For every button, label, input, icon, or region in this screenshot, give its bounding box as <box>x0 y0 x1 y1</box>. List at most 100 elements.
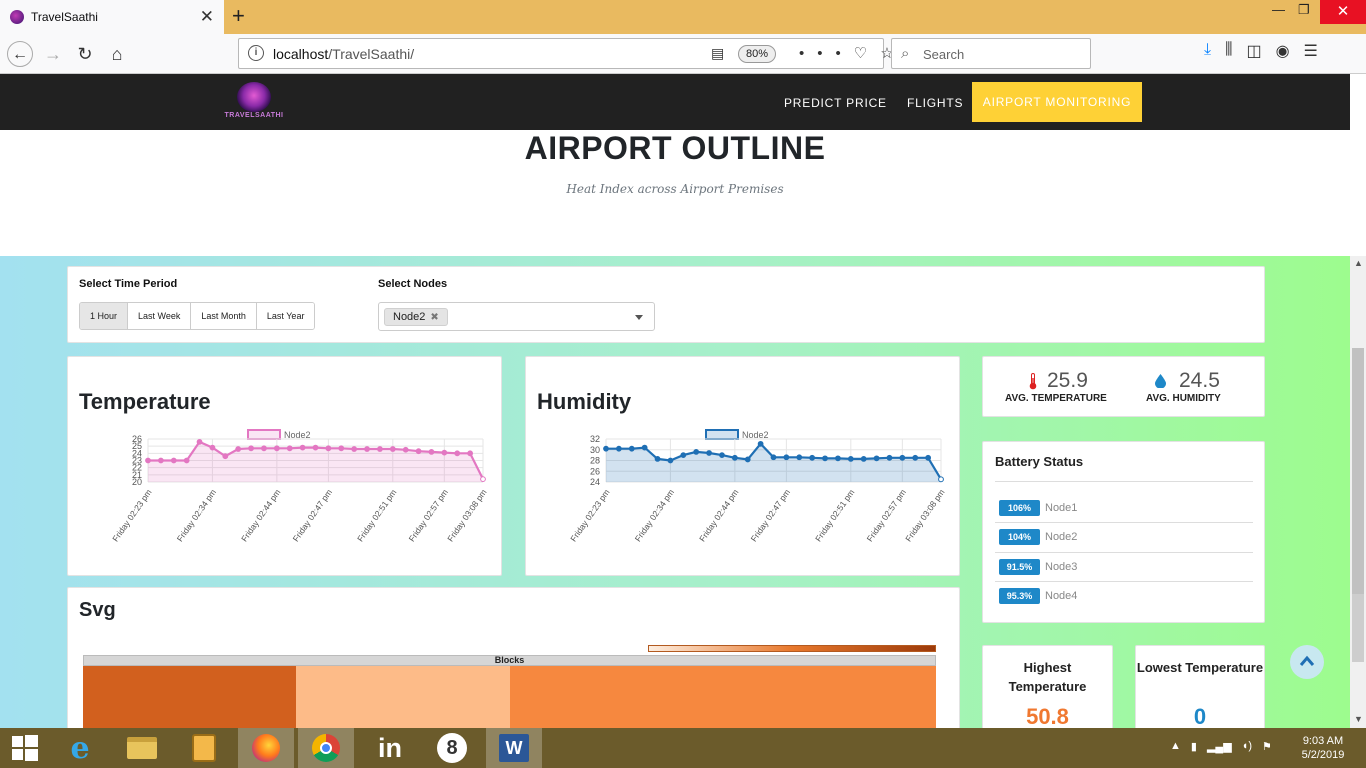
data-point[interactable] <box>209 444 216 451</box>
new-tab-icon[interactable]: + <box>232 3 245 29</box>
nodes-select[interactable]: Node2 ✖ <box>378 302 655 331</box>
data-point[interactable] <box>299 444 306 451</box>
data-point[interactable] <box>847 455 854 462</box>
data-point[interactable] <box>325 445 332 452</box>
reader-view-icon[interactable]: ▤ <box>711 45 724 62</box>
remove-chip-icon[interactable]: ✖ <box>430 312 438 323</box>
scrollbar-thumb[interactable] <box>1352 348 1364 594</box>
data-point[interactable] <box>286 445 293 452</box>
data-point[interactable] <box>783 454 790 461</box>
heatmap-block[interactable] <box>510 666 722 728</box>
reload-icon[interactable]: ↻ <box>72 41 98 67</box>
data-point[interactable] <box>603 445 609 452</box>
url-bar[interactable]: i localhost/TravelSaathi/ ▤ 80% •••♡☆ <box>238 38 894 69</box>
data-point[interactable] <box>402 446 409 453</box>
data-point[interactable] <box>261 445 267 452</box>
restore-icon[interactable]: ❐ <box>1298 2 1310 18</box>
data-point[interactable] <box>654 455 661 462</box>
minimize-icon[interactable]: — <box>1272 2 1285 17</box>
hamburger-menu-icon[interactable]: ☰ <box>1304 41 1318 61</box>
data-point[interactable] <box>415 448 422 455</box>
sidebar-icon[interactable]: ◫ <box>1246 41 1261 61</box>
download-icon[interactable]: ⤓ <box>1204 41 1211 61</box>
account-icon[interactable]: ◉ <box>1276 41 1290 61</box>
data-point[interactable] <box>719 452 725 459</box>
heatmap-block[interactable] <box>83 666 296 728</box>
nav-predict-price[interactable]: PREDICT PRICE <box>784 96 887 110</box>
data-point[interactable] <box>641 444 648 451</box>
data-point[interactable] <box>170 457 177 464</box>
data-point[interactable] <box>273 445 280 452</box>
heatmap-block[interactable] <box>722 666 936 728</box>
data-point[interactable] <box>757 440 764 447</box>
time-option-last-year[interactable]: Last Year <box>256 303 315 329</box>
scroll-up-arrow-icon[interactable]: ▲ <box>1354 258 1363 268</box>
legend-swatch[interactable] <box>247 429 281 440</box>
data-point[interactable] <box>912 454 919 461</box>
data-point[interactable] <box>615 445 622 452</box>
data-point[interactable] <box>467 450 474 457</box>
data-point[interactable] <box>938 476 944 483</box>
data-point[interactable] <box>770 454 777 461</box>
time-option-last-week[interactable]: Last Week <box>128 303 192 329</box>
data-point[interactable] <box>364 446 370 452</box>
data-point[interactable] <box>680 452 687 459</box>
data-point[interactable] <box>667 457 674 464</box>
data-point[interactable] <box>809 454 816 461</box>
data-point[interactable] <box>312 444 319 451</box>
data-point[interactable] <box>235 446 242 452</box>
site-info-icon[interactable]: i <box>248 45 264 61</box>
library-icon[interactable]: ⫼ <box>1225 41 1232 61</box>
internet-explorer-icon[interactable]: e <box>52 728 108 768</box>
zoom-level-badge[interactable]: 80% <box>738 45 776 63</box>
data-point[interactable] <box>377 446 383 452</box>
heatmap-block[interactable] <box>296 666 510 728</box>
linkedin-icon[interactable]: in <box>362 728 418 768</box>
chrome-icon[interactable] <box>298 728 354 768</box>
home-icon[interactable]: ⌂ <box>104 41 130 67</box>
file-explorer-icon[interactable] <box>114 728 170 768</box>
data-point[interactable] <box>860 455 867 462</box>
notes-app-icon[interactable] <box>176 728 232 768</box>
data-point[interactable] <box>886 454 893 461</box>
scroll-to-top-button[interactable] <box>1290 645 1324 679</box>
data-point[interactable] <box>628 445 635 452</box>
windows-start-icon[interactable] <box>0 728 50 768</box>
app-eight-icon[interactable]: 8 <box>424 728 480 768</box>
node-chip[interactable]: Node2 ✖ <box>384 308 448 326</box>
data-point[interactable] <box>145 457 151 464</box>
data-point[interactable] <box>873 455 880 462</box>
data-point[interactable] <box>389 446 396 452</box>
browser-tab[interactable]: TravelSaathi ✕ <box>0 0 224 34</box>
nav-flights[interactable]: FLIGHTS <box>907 96 963 110</box>
data-point[interactable] <box>454 450 461 457</box>
network-icon[interactable]: ▂▄▆ <box>1207 740 1232 753</box>
data-point[interactable] <box>706 450 712 456</box>
time-option-last-month[interactable]: Last Month <box>191 303 257 329</box>
forward-arrow-icon[interactable]: → <box>40 41 66 67</box>
data-point[interactable] <box>183 457 190 464</box>
window-close-icon[interactable]: ✕ <box>1320 0 1366 24</box>
back-arrow-icon[interactable]: ← <box>7 41 33 67</box>
data-point[interactable] <box>196 438 203 445</box>
data-point[interactable] <box>925 454 932 461</box>
firefox-icon[interactable] <box>238 728 294 768</box>
scroll-down-arrow-icon[interactable]: ▼ <box>1354 714 1363 724</box>
data-point[interactable] <box>338 445 345 452</box>
site-logo[interactable]: TRAVELSAATHI <box>221 79 287 125</box>
data-point[interactable] <box>731 454 738 461</box>
data-point[interactable] <box>480 476 486 483</box>
data-point[interactable] <box>222 453 229 460</box>
taskbar-clock[interactable]: 9:03 AM 5/2/2019 <box>1288 734 1358 762</box>
time-option-1-hour[interactable]: 1 Hour <box>80 303 129 329</box>
close-tab-icon[interactable]: ✕ <box>200 7 214 27</box>
word-icon[interactable]: W <box>486 728 542 768</box>
legend-swatch[interactable] <box>705 429 739 440</box>
volume-icon[interactable]: ◖) <box>1242 740 1252 753</box>
data-point[interactable] <box>899 454 906 461</box>
data-point[interactable] <box>428 449 435 455</box>
show-hidden-icons-icon[interactable]: ▲ <box>1170 740 1181 753</box>
chevron-down-icon[interactable] <box>635 315 643 320</box>
data-point[interactable] <box>248 445 254 452</box>
browser-search-box[interactable]: ⌕ Search <box>891 38 1091 69</box>
